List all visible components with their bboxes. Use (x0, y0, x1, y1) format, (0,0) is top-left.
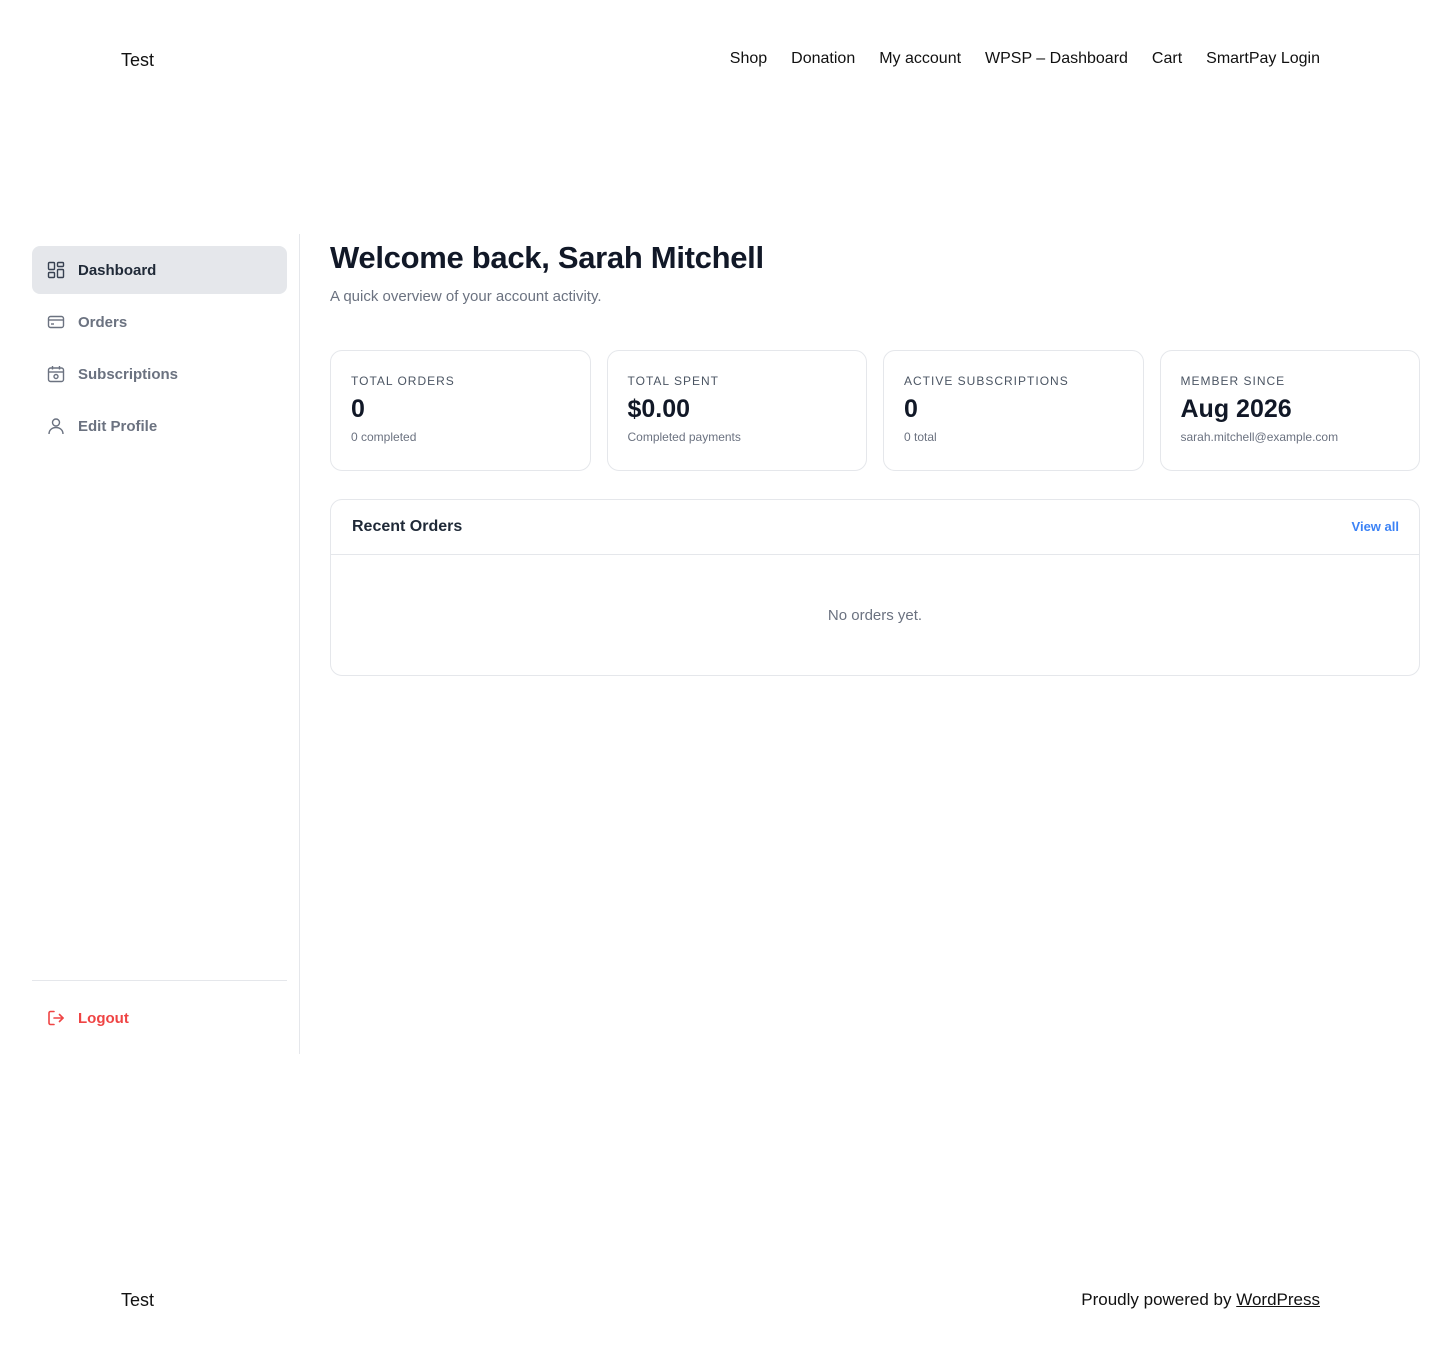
sidebar-item-edit-profile[interactable]: Edit Profile (32, 402, 287, 450)
recent-orders-card: Recent Orders View all No orders yet. (330, 499, 1420, 676)
stat-card-active-subscriptions: ACTIVE SUBSCRIPTIONS 0 0 total (883, 350, 1144, 471)
view-all-link[interactable]: View all (1352, 519, 1399, 534)
powered-by-prefix: Proudly powered by (1081, 1290, 1237, 1309)
logout-label: Logout (78, 1009, 129, 1027)
stat-label: TOTAL SPENT (627, 374, 719, 388)
sidebar-item-label: Edit Profile (78, 417, 158, 435)
stat-subtext: sarah.mitchell@example.com (1180, 429, 1339, 444)
sidebar-item-label: Dashboard (78, 261, 157, 279)
stat-subtext: 0 completed (351, 429, 417, 444)
nav-shop[interactable]: Shop (730, 50, 767, 68)
wordpress-link[interactable]: WordPress (1236, 1290, 1320, 1309)
dashboard-grid-icon (46, 260, 66, 280)
credit-card-icon (46, 312, 66, 332)
recent-orders-header: Recent Orders View all (331, 500, 1419, 555)
stat-label: TOTAL ORDERS (351, 374, 455, 388)
sidebar-item-subscriptions[interactable]: Subscriptions (32, 350, 287, 398)
nav-my-account[interactable]: My account (879, 50, 961, 68)
stat-subtext: Completed payments (627, 429, 741, 444)
user-icon (46, 416, 66, 436)
sidebar-item-label: Subscriptions (78, 365, 179, 383)
stat-value: 0 (904, 395, 918, 423)
stat-card-member-since: MEMBER SINCE Aug 2026 sarah.mitchell@exa… (1159, 350, 1420, 471)
empty-state-message: No orders yet. (827, 607, 923, 624)
sidebar-item-orders[interactable]: Orders (32, 298, 287, 346)
stat-subtext: 0 total (904, 429, 937, 444)
logout-button[interactable]: Logout (32, 994, 287, 1042)
stat-value: $0.00 (627, 395, 691, 423)
nav-donation[interactable]: Donation (791, 50, 855, 68)
nav-cart[interactable]: Cart (1152, 50, 1182, 68)
sidebar-divider (32, 980, 287, 981)
nav-wpsp-dashboard[interactable]: WPSP – Dashboard (985, 50, 1128, 68)
sidebar: Dashboard Orders Subscriptions Edit Prof… (32, 234, 300, 1054)
page-title: Welcome back, Sarah Mitchell (330, 240, 764, 275)
sidebar-item-label: Orders (78, 313, 128, 331)
stat-label: ACTIVE SUBSCRIPTIONS (904, 374, 1069, 388)
stat-label: MEMBER SINCE (1180, 374, 1286, 388)
stat-value: 0 (351, 395, 365, 423)
stats-row: TOTAL ORDERS 0 0 completed TOTAL SPENT $… (330, 350, 1420, 471)
site-footer: Test Proudly powered by WordPress (0, 1280, 1440, 1340)
page-subtitle: A quick overview of your account activit… (330, 288, 602, 305)
sidebar-item-dashboard[interactable]: Dashboard (32, 246, 287, 294)
site-header: Test Shop Donation My account WPSP – Das… (0, 0, 1440, 120)
stat-card-total-orders: TOTAL ORDERS 0 0 completed (330, 350, 591, 471)
site-title[interactable]: Test (121, 50, 154, 71)
logout-icon (46, 1008, 66, 1028)
calendar-icon (46, 364, 66, 384)
top-nav: Shop Donation My account WPSP – Dashboar… (730, 50, 1320, 68)
stat-card-total-spent: TOTAL SPENT $0.00 Completed payments (606, 350, 867, 471)
footer-site-title[interactable]: Test (121, 1290, 154, 1311)
stat-value: Aug 2026 (1180, 395, 1292, 423)
powered-by: Proudly powered by WordPress (1081, 1290, 1320, 1310)
nav-smartpay-login[interactable]: SmartPay Login (1206, 50, 1320, 68)
recent-orders-title: Recent Orders (352, 518, 463, 535)
